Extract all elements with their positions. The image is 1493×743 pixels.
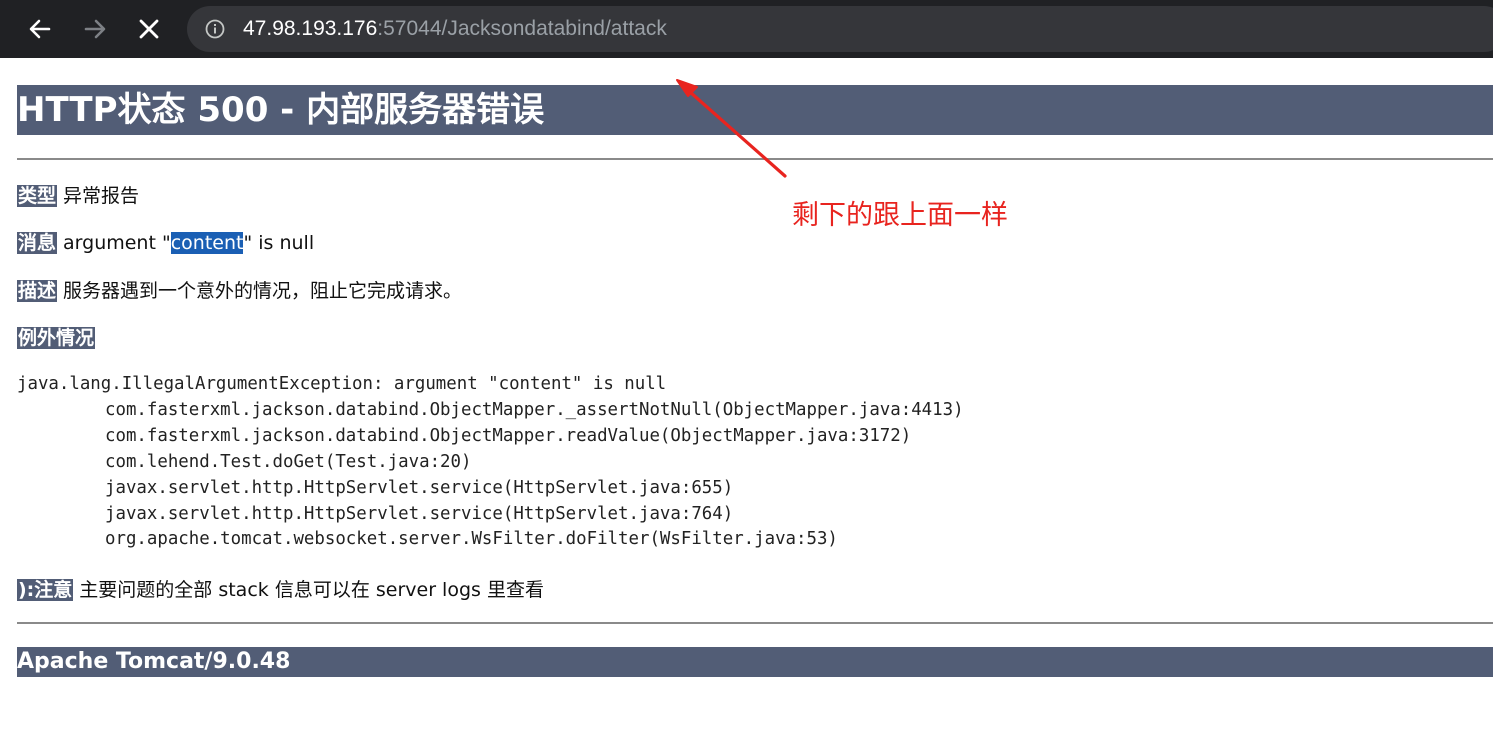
annotation-text: 剩下的跟上面一样 (792, 200, 1008, 231)
annotation-arrow (676, 79, 787, 178)
